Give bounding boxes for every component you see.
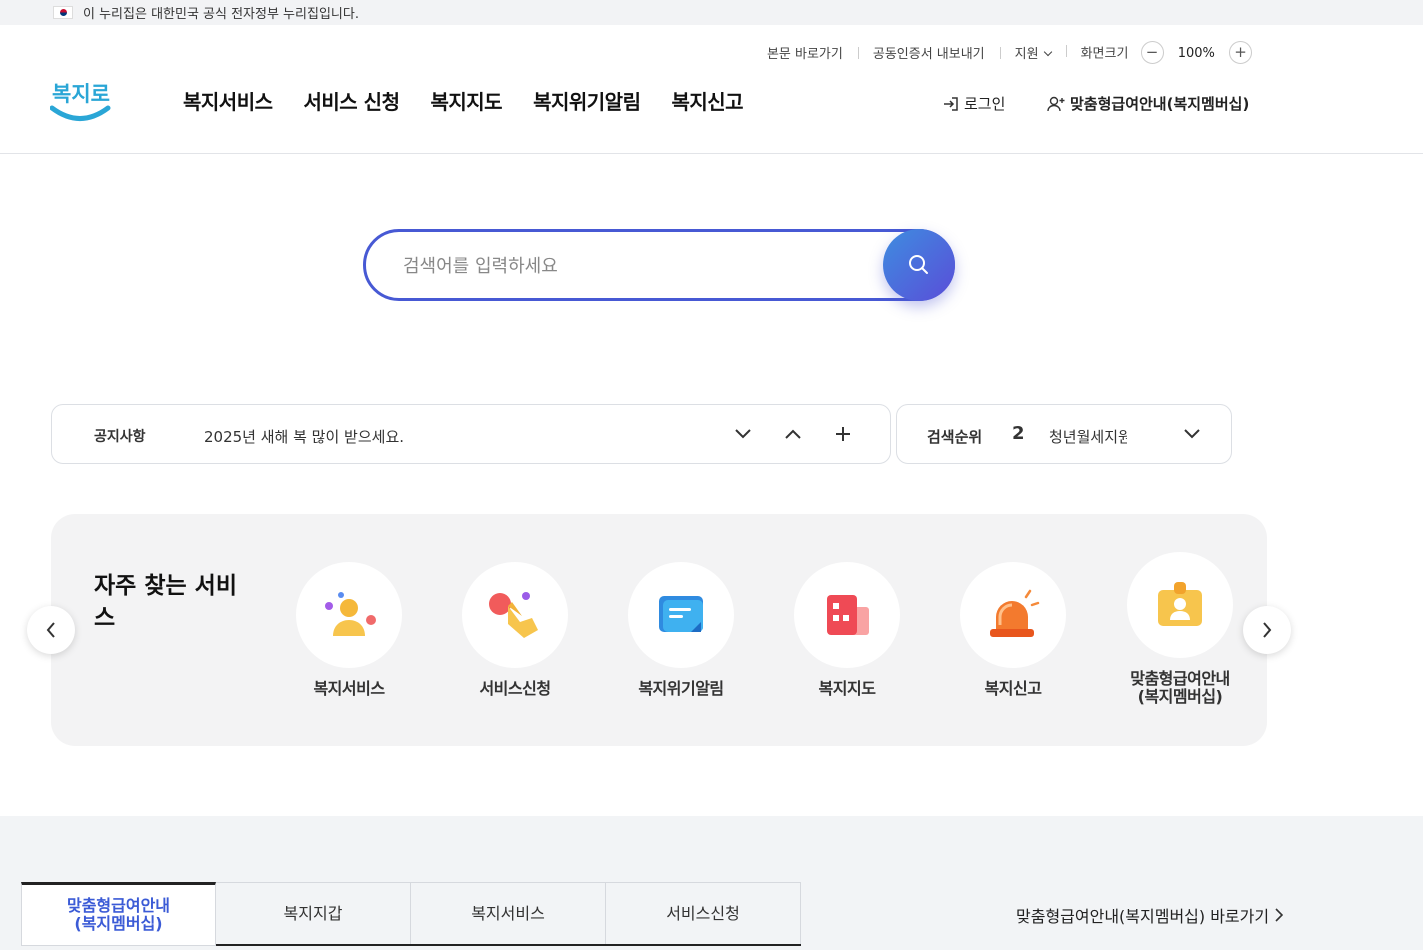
chevron-down-icon	[735, 429, 751, 439]
zoom-out-button[interactable]: −	[1140, 40, 1164, 64]
search-button[interactable]	[883, 229, 955, 301]
chevron-left-icon	[46, 622, 55, 638]
quick-service-name: 맞춤형급여안내 (복지멤버십)	[1130, 669, 1230, 706]
chevron-right-icon	[1263, 622, 1272, 638]
quick-service-name: 서비스신청	[479, 679, 551, 698]
tab-welfare-service[interactable]: 복지서비스	[411, 882, 606, 946]
quick-service-name: 복지신고	[984, 679, 1042, 698]
quick-service-name: 복지서비스	[313, 679, 385, 698]
rank-expand-button[interactable]	[1179, 421, 1205, 447]
chevron-down-icon	[1184, 429, 1200, 439]
rank-label: 검색순위	[927, 428, 983, 446]
quick-service-name: 복지위기알림	[638, 679, 724, 698]
quick-services-title: 자주 찾는 서비스	[94, 573, 237, 631]
quick-service-icon-wrap	[1127, 552, 1233, 658]
id-badge-icon	[1158, 582, 1202, 626]
notice-next-button[interactable]	[730, 421, 756, 447]
carousel-next-button[interactable]	[1243, 606, 1291, 654]
nav-item-welfare-service[interactable]: 복지서비스	[183, 86, 273, 115]
login-button[interactable]: 로그인	[942, 93, 1005, 114]
support-dropdown[interactable]: 지원	[999, 43, 1066, 62]
shortcut-label: 맞춤형급여안내(복지멤버십) 바로가기	[1016, 907, 1270, 926]
chevron-down-icon	[1043, 47, 1052, 56]
bottom-tabs: 맞춤형급여안내 (복지멤버십) 복지지갑 복지서비스 서비스신청	[21, 882, 801, 946]
building-icon	[827, 595, 869, 635]
support-label: 지원	[1014, 46, 1039, 62]
cert-export-link[interactable]: 공동인증서 내보내기	[857, 43, 1000, 62]
quick-service-name: 복지지도	[818, 679, 876, 698]
header-divider	[0, 153, 1423, 154]
tab-membership[interactable]: 맞춤형급여안내 (복지멤버십)	[21, 882, 216, 946]
korea-flag-icon	[53, 6, 73, 19]
siren-icon	[990, 589, 1040, 637]
hand-tap-icon	[489, 592, 538, 638]
utility-bar: 본문 바로가기 공동인증서 내보내기 지원 화면크기 − 100% +	[752, 40, 1267, 64]
message-icon	[659, 596, 703, 632]
main-nav: 복지서비스 서비스 신청 복지지도 복지위기알림 복지신고	[183, 86, 774, 115]
search-rank-bar: 검색순위 2 청년월세지원	[896, 404, 1232, 464]
membership-shortcut-link[interactable]: 맞춤형급여안내(복지멤버십) 바로가기	[1016, 903, 1284, 927]
screen-size-label: 화면크기	[1080, 46, 1129, 61]
notice-more-button[interactable]	[830, 421, 856, 447]
membership-button[interactable]: 맞춤형급여안내(복지멤버십)	[1046, 93, 1249, 114]
quick-service-apply[interactable]: 서비스신청	[445, 562, 585, 698]
quick-service-crisis[interactable]: 복지위기알림	[611, 562, 751, 698]
membership-label: 맞춤형급여안내(복지멤버십)	[1070, 95, 1250, 113]
quick-service-report[interactable]: 복지신고	[943, 562, 1083, 698]
search-icon	[909, 255, 928, 274]
logo[interactable]: 복지로	[49, 73, 112, 127]
quick-service-icon-wrap	[794, 562, 900, 668]
notice-text[interactable]: 2025년 새해 복 많이 받으세요.	[204, 426, 404, 447]
notice-bar: 공지사항 2025년 새해 복 많이 받으세요.	[51, 404, 891, 464]
quick-service-membership[interactable]: 맞춤형급여안내 (복지멤버십)	[1110, 552, 1250, 706]
plus-icon	[836, 427, 850, 441]
gov-banner: 이 누리집은 대한민국 공식 전자정부 누리집입니다.	[0, 0, 1423, 25]
chevron-up-icon	[785, 429, 801, 439]
quick-service-map[interactable]: 복지지도	[777, 562, 917, 698]
screen-size-control: 화면크기 − 100% +	[1065, 40, 1267, 64]
rank-number: 2	[1012, 423, 1025, 444]
carousel-prev-button[interactable]	[27, 606, 75, 654]
nav-item-crisis-alert[interactable]: 복지위기알림	[533, 86, 641, 115]
quick-service-icon-wrap	[462, 562, 568, 668]
search-box	[363, 229, 955, 301]
quick-service-icon-wrap	[296, 562, 402, 668]
nav-item-service-apply[interactable]: 서비스 신청	[304, 86, 400, 115]
person-icon	[325, 592, 376, 636]
search-input[interactable]	[403, 250, 873, 282]
zoom-in-button[interactable]: +	[1229, 40, 1252, 64]
tab-service-apply[interactable]: 서비스신청	[606, 882, 801, 946]
nav-item-welfare-report[interactable]: 복지신고	[671, 86, 743, 115]
quick-service-icon-wrap	[960, 562, 1066, 668]
user-add-icon	[1047, 96, 1065, 111]
rank-keyword[interactable]: 청년월세지원	[1049, 426, 1127, 447]
quick-service-icon-wrap	[628, 562, 734, 668]
nav-item-welfare-map[interactable]: 복지지도	[430, 86, 502, 115]
login-icon	[944, 96, 958, 111]
login-label: 로그인	[964, 95, 1006, 113]
gov-banner-text: 이 누리집은 대한민국 공식 전자정부 누리집입니다.	[83, 7, 359, 22]
quick-service-welfare[interactable]: 복지서비스	[279, 562, 419, 698]
notice-label: 공지사항	[94, 429, 146, 445]
logo-text: 복지로	[52, 82, 110, 106]
tab-underline	[216, 944, 801, 946]
notice-prev-button[interactable]	[780, 421, 806, 447]
zoom-level: 100%	[1177, 46, 1215, 61]
skip-to-content-link[interactable]: 본문 바로가기	[752, 43, 858, 62]
tab-wallet[interactable]: 복지지갑	[216, 882, 411, 946]
logo-icon: 복지로	[49, 82, 111, 121]
chevron-right-icon	[1275, 908, 1284, 922]
